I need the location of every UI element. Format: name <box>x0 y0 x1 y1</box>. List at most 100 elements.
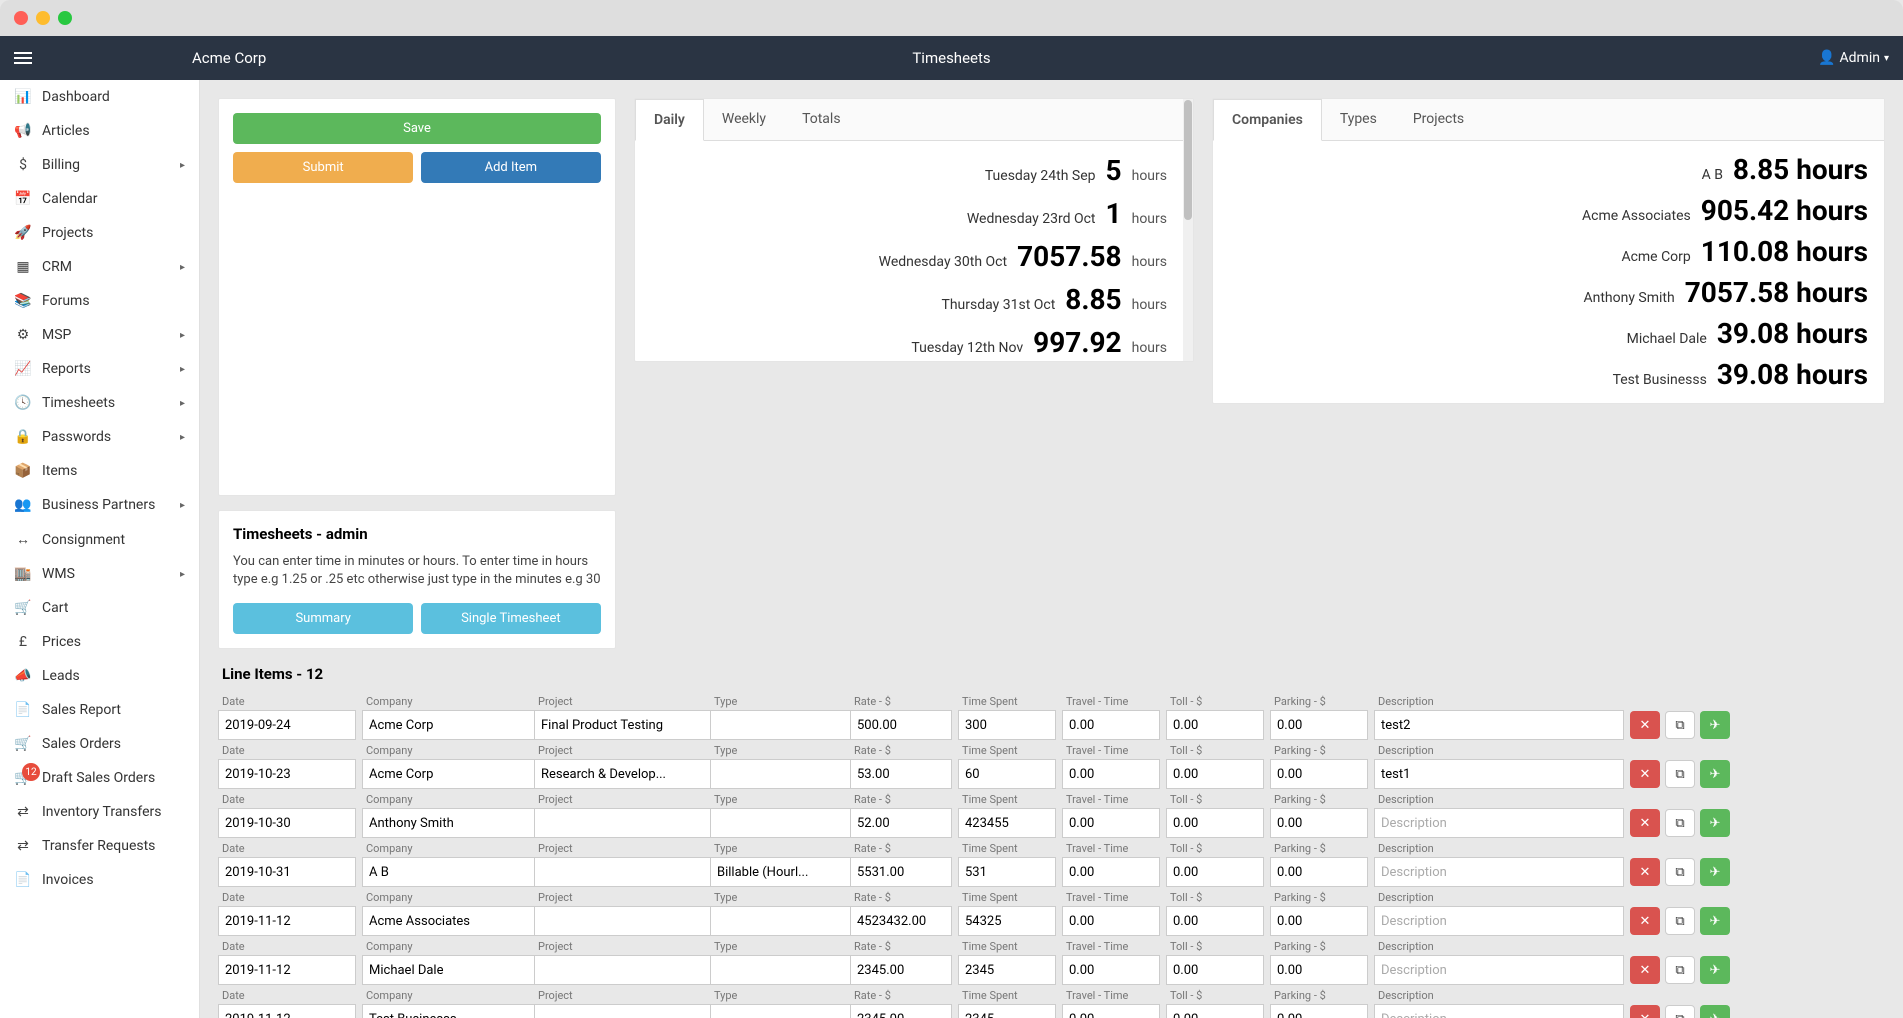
toll-input[interactable] <box>1166 808 1264 838</box>
date-input[interactable] <box>218 808 356 838</box>
time-input[interactable] <box>958 857 1056 887</box>
desc-input[interactable] <box>1374 808 1624 838</box>
desc-input[interactable] <box>1374 710 1624 740</box>
rate-input[interactable] <box>850 857 952 887</box>
sidebar-item-projects[interactable]: 🚀Projects <box>0 216 199 250</box>
sidebar-item-msp[interactable]: ⚙MSP▸ <box>0 318 199 352</box>
sidebar-item-leads[interactable]: 📣Leads <box>0 659 199 693</box>
rate-input[interactable] <box>850 710 952 740</box>
submit-row-button[interactable]: ✈ <box>1700 711 1730 739</box>
parking-input[interactable] <box>1270 710 1368 740</box>
tab-types[interactable]: Types <box>1322 99 1395 140</box>
delete-row-button[interactable]: ✕ <box>1630 858 1660 886</box>
company-input[interactable] <box>362 955 541 985</box>
desc-input[interactable] <box>1374 759 1624 789</box>
date-input[interactable] <box>218 710 356 740</box>
parking-input[interactable] <box>1270 955 1368 985</box>
delete-row-button[interactable]: ✕ <box>1630 711 1660 739</box>
single-timesheet-button[interactable]: Single Timesheet <box>421 603 601 634</box>
rate-input[interactable] <box>850 808 952 838</box>
delete-row-button[interactable]: ✕ <box>1630 760 1660 788</box>
time-input[interactable] <box>958 906 1056 936</box>
add-item-button[interactable]: Add Item <box>421 152 601 183</box>
desc-input[interactable] <box>1374 857 1624 887</box>
travel-input[interactable] <box>1062 759 1160 789</box>
parking-input[interactable] <box>1270 759 1368 789</box>
sidebar-item-passwords[interactable]: 🔒Passwords▸ <box>0 420 199 454</box>
parking-input[interactable] <box>1270 857 1368 887</box>
tab-daily[interactable]: Daily <box>635 99 704 141</box>
copy-row-button[interactable]: ⧉ <box>1665 858 1695 886</box>
sidebar-item-sales-orders[interactable]: 🛒Sales Orders <box>0 727 199 761</box>
travel-input[interactable] <box>1062 710 1160 740</box>
date-input[interactable] <box>218 857 356 887</box>
copy-row-button[interactable]: ⧉ <box>1665 1005 1695 1018</box>
time-input[interactable] <box>958 808 1056 838</box>
sidebar-item-items[interactable]: 📦Items <box>0 454 199 488</box>
sidebar-item-wms[interactable]: 🏬WMS▸ <box>0 557 199 591</box>
project-input[interactable] <box>534 710 713 740</box>
submit-button[interactable]: Submit <box>233 152 413 183</box>
sidebar-item-billing[interactable]: $Billing▸ <box>0 148 199 182</box>
parking-input[interactable] <box>1270 808 1368 838</box>
time-input[interactable] <box>958 955 1056 985</box>
delete-row-button[interactable]: ✕ <box>1630 809 1660 837</box>
date-input[interactable] <box>218 906 356 936</box>
user-menu[interactable]: 👤 Admin ▾ <box>1818 50 1889 66</box>
sidebar-item-dashboard[interactable]: 📊Dashboard <box>0 80 199 114</box>
sidebar-item-cart[interactable]: 🛒Cart <box>0 591 199 625</box>
mac-close-icon[interactable] <box>14 11 28 25</box>
rate-input[interactable] <box>850 759 952 789</box>
toll-input[interactable] <box>1166 710 1264 740</box>
company-input[interactable] <box>362 710 541 740</box>
date-input[interactable] <box>218 1004 356 1018</box>
date-input[interactable] <box>218 955 356 985</box>
time-input[interactable] <box>958 759 1056 789</box>
rate-input[interactable] <box>850 906 952 936</box>
travel-input[interactable] <box>1062 808 1160 838</box>
sidebar-item-inventory-transfers[interactable]: ⇄Inventory Transfers <box>0 795 199 829</box>
toll-input[interactable] <box>1166 1004 1264 1018</box>
copy-row-button[interactable]: ⧉ <box>1665 760 1695 788</box>
sidebar-item-sales-report[interactable]: 📄Sales Report <box>0 693 199 727</box>
desc-input[interactable] <box>1374 906 1624 936</box>
summary-button[interactable]: Summary <box>233 603 413 634</box>
submit-row-button[interactable]: ✈ <box>1700 907 1730 935</box>
parking-input[interactable] <box>1270 1004 1368 1018</box>
mac-minimize-icon[interactable] <box>36 11 50 25</box>
submit-row-button[interactable]: ✈ <box>1700 809 1730 837</box>
copy-row-button[interactable]: ⧉ <box>1665 907 1695 935</box>
sidebar-item-draft-sales-orders[interactable]: 🛒Draft Sales Orders12 <box>0 761 199 795</box>
company-input[interactable] <box>362 759 541 789</box>
copy-row-button[interactable]: ⧉ <box>1665 711 1695 739</box>
tab-totals[interactable]: Totals <box>784 99 859 140</box>
sidebar-item-calendar[interactable]: 📅Calendar <box>0 182 199 216</box>
time-input[interactable] <box>958 710 1056 740</box>
company-input[interactable] <box>362 857 541 887</box>
time-input[interactable] <box>958 1004 1056 1018</box>
sidebar-item-prices[interactable]: £Prices <box>0 625 199 659</box>
mac-maximize-icon[interactable] <box>58 11 72 25</box>
sidebar-item-business-partners[interactable]: 👥Business Partners▸ <box>0 488 199 522</box>
project-input[interactable] <box>534 906 713 936</box>
company-input[interactable] <box>362 808 541 838</box>
sidebar-item-reports[interactable]: 📈Reports▸ <box>0 352 199 386</box>
scrollbar[interactable] <box>1183 99 1193 361</box>
company-input[interactable] <box>362 1004 541 1018</box>
company-input[interactable] <box>362 906 541 936</box>
project-input[interactable] <box>534 857 713 887</box>
submit-row-button[interactable]: ✈ <box>1700 760 1730 788</box>
menu-toggle-icon[interactable] <box>14 52 32 64</box>
project-input[interactable] <box>534 759 713 789</box>
date-input[interactable] <box>218 759 356 789</box>
copy-row-button[interactable]: ⧉ <box>1665 809 1695 837</box>
travel-input[interactable] <box>1062 955 1160 985</box>
copy-row-button[interactable]: ⧉ <box>1665 956 1695 984</box>
submit-row-button[interactable]: ✈ <box>1700 956 1730 984</box>
toll-input[interactable] <box>1166 955 1264 985</box>
rate-input[interactable] <box>850 955 952 985</box>
project-input[interactable] <box>534 1004 713 1018</box>
sidebar-item-articles[interactable]: 📢Articles <box>0 114 199 148</box>
sidebar-item-invoices[interactable]: 📄Invoices <box>0 863 199 897</box>
project-input[interactable] <box>534 955 713 985</box>
